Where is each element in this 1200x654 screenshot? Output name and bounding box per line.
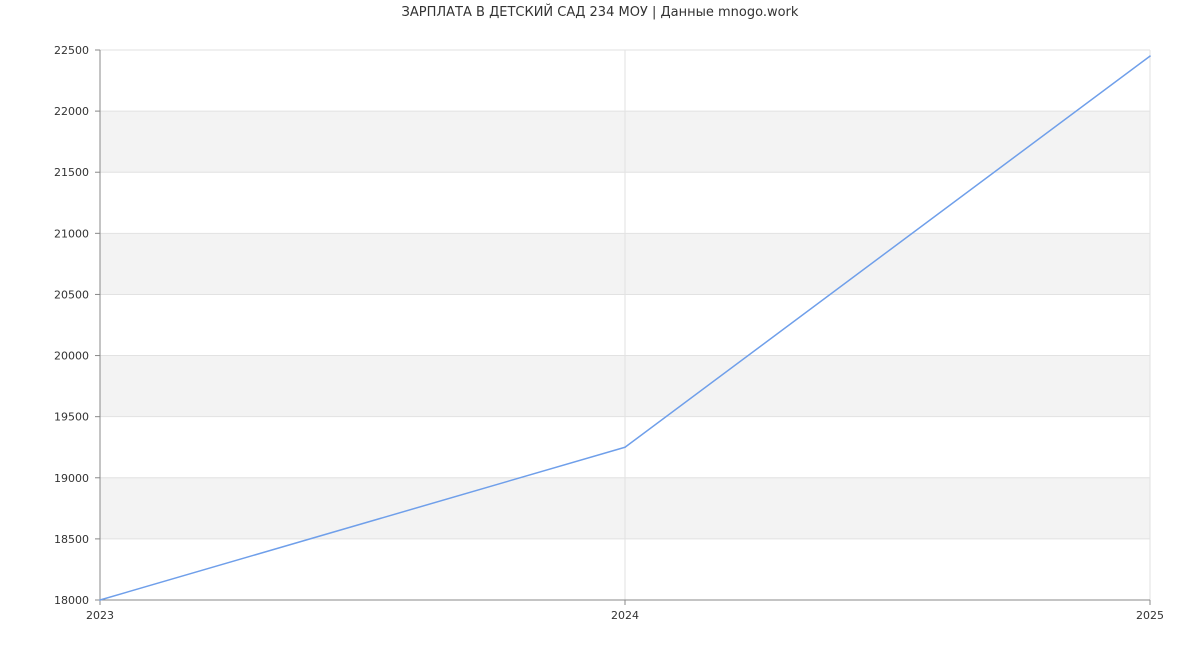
y-tick-label: 20500 — [54, 288, 89, 301]
y-tick-label: 18500 — [54, 533, 89, 546]
x-tick-label: 2024 — [611, 609, 639, 622]
x-tick-label: 2025 — [1136, 609, 1164, 622]
y-tick-label: 20000 — [54, 350, 89, 363]
y-tick-label: 21500 — [54, 166, 89, 179]
y-tick-label: 21000 — [54, 227, 89, 240]
y-tick-label: 19000 — [54, 472, 89, 485]
line-chart: 18000 18500 19000 19500 20000 20500 21000 21500… — [54, 44, 1164, 622]
y-tick-label: 19500 — [54, 411, 89, 424]
data-point — [1149, 55, 1151, 57]
data-point — [99, 599, 101, 601]
x-tick-label: 2023 — [86, 609, 114, 622]
y-tick-label: 22500 — [54, 44, 89, 57]
chart-title: ЗАРПЛАТА В ДЕТСКИЙ САД 234 МОУ | Данные … — [401, 5, 799, 20]
chart-container: ЗАРПЛАТА В ДЕТСКИЙ САД 234 МОУ | Данные … — [0, 0, 1200, 650]
y-tick-label: 18000 — [54, 594, 89, 607]
y-tick-label: 22000 — [54, 105, 89, 118]
data-point — [624, 446, 626, 449]
